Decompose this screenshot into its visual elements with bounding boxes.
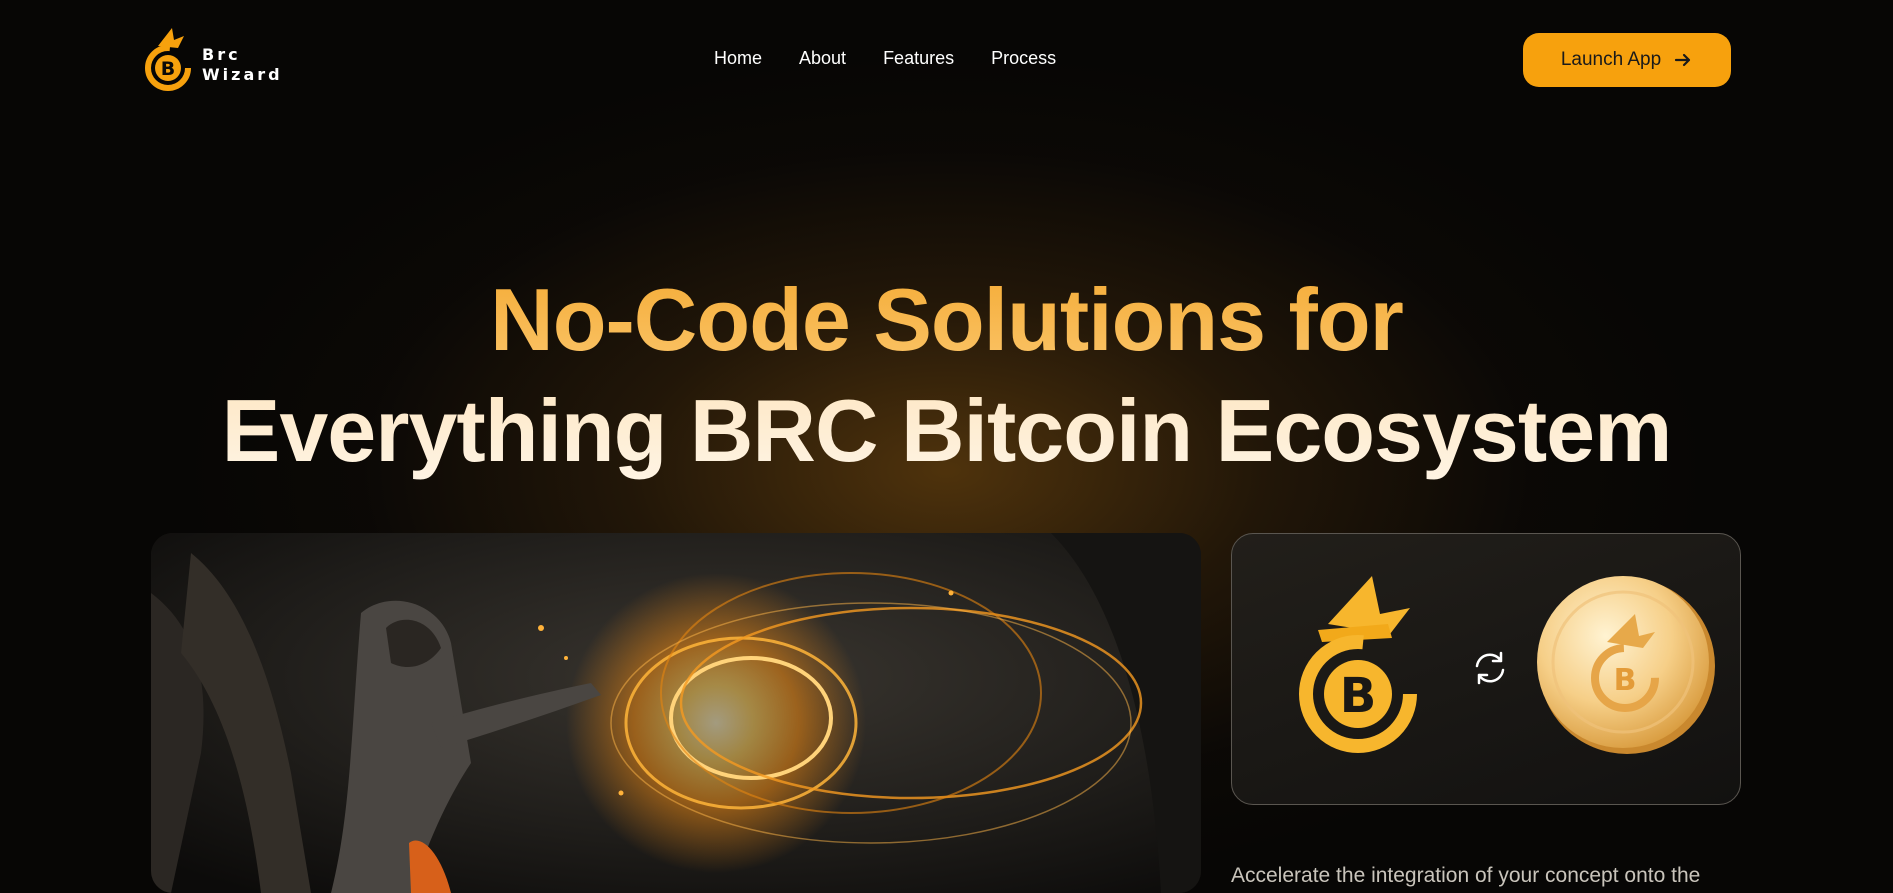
brand-logo[interactable]: B Brc Wizard (140, 24, 283, 96)
launch-app-label: Launch App (1560, 49, 1662, 70)
main-nav: Home About Features Process (714, 48, 1056, 69)
nav-home[interactable]: Home (714, 48, 762, 69)
token-swap-card: B B (1231, 533, 1741, 805)
swap-arrows-icon[interactable] (1468, 646, 1512, 690)
brand-name-line2: Wizard (202, 65, 283, 84)
brand-name-line1: Brc (202, 45, 241, 64)
wizard-fire-portal-image (151, 533, 1201, 893)
svg-text:B: B (1614, 663, 1637, 698)
svg-text:B: B (1340, 668, 1377, 724)
gold-coin-icon: B (1537, 576, 1715, 754)
hero-headline: No-Code Solutions for Everything BRC Bit… (0, 265, 1893, 487)
nav-process[interactable]: Process (991, 48, 1056, 69)
hero-title-line2: Everything BRC Bitcoin Ecosystem (0, 375, 1893, 487)
hero-title-line1: No-Code Solutions for (0, 265, 1893, 375)
wizard-bitcoin-logo-icon: B (145, 28, 191, 91)
nav-features[interactable]: Features (883, 48, 954, 69)
nav-about[interactable]: About (799, 48, 846, 69)
launch-app-button[interactable]: Launch App (1523, 33, 1731, 87)
hero-description: Accelerate the integration of your conce… (1231, 864, 1701, 887)
wizard-bitcoin-logo-icon: B (1299, 576, 1417, 753)
svg-text:B: B (161, 58, 175, 80)
hero-image (151, 533, 1201, 893)
arrow-right-icon (1675, 53, 1691, 67)
